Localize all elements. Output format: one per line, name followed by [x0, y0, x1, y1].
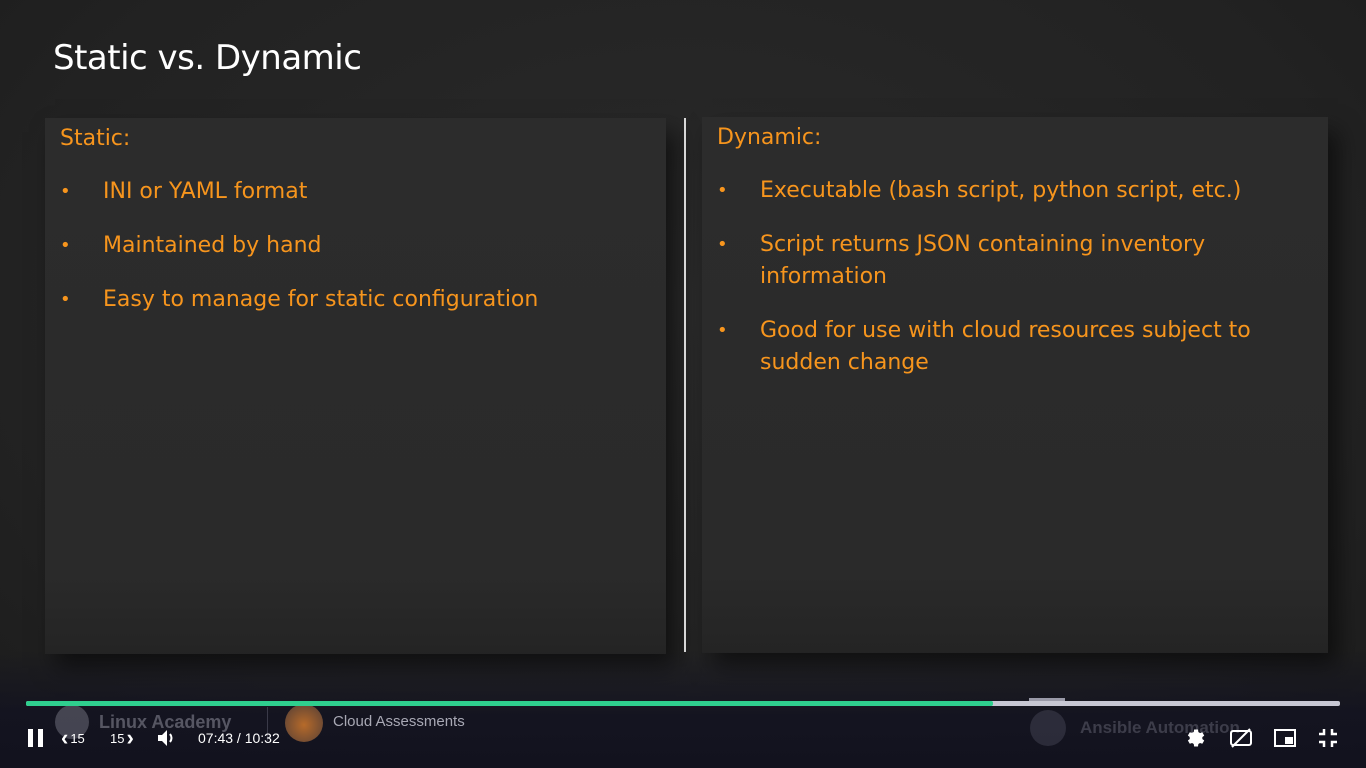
cloud-assessments-label: Cloud Assessments	[333, 713, 465, 730]
seek-bar-hover-marker	[1029, 698, 1065, 701]
pause-icon[interactable]	[28, 729, 44, 747]
skip-forward-button[interactable]: 15 ›	[110, 726, 134, 750]
seek-bar[interactable]	[26, 698, 1340, 706]
settings-gear-icon[interactable]	[1182, 726, 1208, 750]
static-heading: Static:	[60, 126, 131, 151]
cloud-logo-icon	[285, 704, 323, 742]
bullet-icon: •	[717, 320, 728, 341]
list-item: • INI or YAML format	[45, 176, 666, 208]
chevron-left-icon: ‹	[61, 725, 69, 750]
chevron-right-icon: ›	[126, 725, 134, 750]
captions-off-icon[interactable]	[1228, 726, 1254, 750]
bullet-icon: •	[60, 181, 71, 202]
bullet-icon: •	[60, 235, 71, 256]
list-item: • Easy to manage for static configuration	[45, 284, 666, 316]
list-item: • Good for use with cloud resources subje…	[702, 315, 1328, 379]
ansible-watermark-text: Ansible Automation	[1080, 718, 1240, 737]
picture-in-picture-icon[interactable]	[1272, 726, 1298, 750]
skip-back-button[interactable]: ‹ 15	[61, 726, 85, 750]
playback-time: 07:43 / 10:32	[198, 730, 280, 746]
volume-icon[interactable]	[157, 729, 177, 747]
skip-back-label: 15	[70, 730, 85, 746]
slide-title: Static vs. Dynamic	[53, 38, 362, 78]
dynamic-heading: Dynamic:	[717, 125, 822, 150]
static-panel: Static: • INI or YAML format • Maintained …	[45, 118, 666, 654]
dynamic-bullet-list: • Executable (bash script, python script,…	[702, 175, 1328, 401]
compass-icon	[1030, 710, 1066, 746]
list-item: • Maintained by hand	[45, 230, 666, 262]
list-item: • Executable (bash script, python script,…	[702, 175, 1328, 207]
bullet-icon: •	[717, 234, 728, 255]
static-bullet-list: • INI or YAML format • Maintained by hand …	[45, 176, 666, 338]
skip-forward-label: 15	[110, 730, 125, 746]
exit-fullscreen-icon[interactable]	[1315, 726, 1341, 750]
ansible-watermark: Ansible Automation	[1030, 710, 1240, 746]
panel-divider	[684, 118, 686, 652]
bullet-icon: •	[717, 180, 728, 201]
seek-bar-played	[26, 701, 994, 706]
dynamic-panel: Dynamic: • Executable (bash script, pytho…	[702, 117, 1328, 653]
bullet-icon: •	[60, 289, 71, 310]
list-item: • Script returns JSON containing inventor…	[702, 229, 1328, 293]
